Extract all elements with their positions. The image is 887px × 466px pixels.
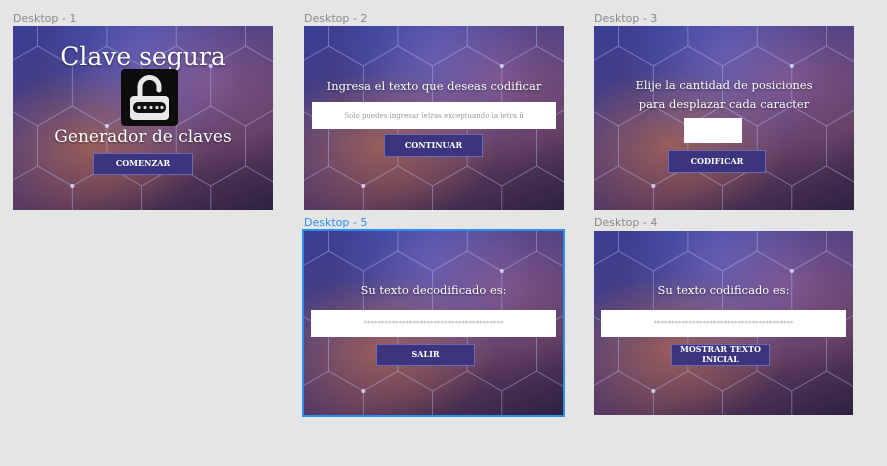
frame-label-desktop-3[interactable]: Desktop - 3 <box>594 12 657 25</box>
frame-desktop-3[interactable]: Elije la cantidad de posiciones para des… <box>594 26 854 210</box>
lock-icon <box>121 69 178 126</box>
app-subtitle: Generador de claves <box>54 127 232 147</box>
mostrar-texto-inicial-button[interactable]: MOSTRAR TEXTO INICIAL <box>671 344 770 366</box>
decoded-heading: Su texto decodificado es: <box>360 283 507 297</box>
comenzar-button[interactable]: COMENZAR <box>93 153 193 175</box>
frame-desktop-2[interactable]: Ingresa el texto que deseas codificar So… <box>304 26 564 210</box>
continuar-button[interactable]: CONTINUAR <box>384 134 483 157</box>
frame-desktop-5[interactable]: Su texto decodificado es: **************… <box>302 229 565 417</box>
shift-heading-line1: Elije la cantidad de posiciones <box>635 78 813 92</box>
shift-amount-input[interactable] <box>684 118 742 143</box>
encoded-heading: Su texto codificado es: <box>657 283 790 297</box>
encoded-output: **************************************** <box>601 310 846 337</box>
frame-label-desktop-4[interactable]: Desktop - 4 <box>594 216 657 229</box>
frame-label-desktop-1[interactable]: Desktop - 1 <box>13 12 76 25</box>
codificar-button[interactable]: CODIFICAR <box>668 150 766 173</box>
mostrar-button-line2: INICIAL <box>702 354 739 364</box>
encode-heading: Ingresa el texto que deseas codificar <box>326 79 542 93</box>
decoded-output: **************************************** <box>311 310 556 337</box>
text-input[interactable]: Solo puedes ingresar letras exceptuando … <box>312 102 556 129</box>
frame-label-desktop-5[interactable]: Desktop - 5 <box>304 216 367 229</box>
frame-desktop-4[interactable]: Su texto codificado es: ****************… <box>594 231 853 415</box>
frame-label-desktop-2[interactable]: Desktop - 2 <box>304 12 367 25</box>
salir-button[interactable]: SALIR <box>376 344 475 366</box>
frame-desktop-1[interactable]: Clave segura Generador de claves COMENZA… <box>13 26 273 210</box>
app-title: Clave segura <box>60 42 226 71</box>
shift-heading-line2: para desplazar cada caracter <box>638 97 810 111</box>
